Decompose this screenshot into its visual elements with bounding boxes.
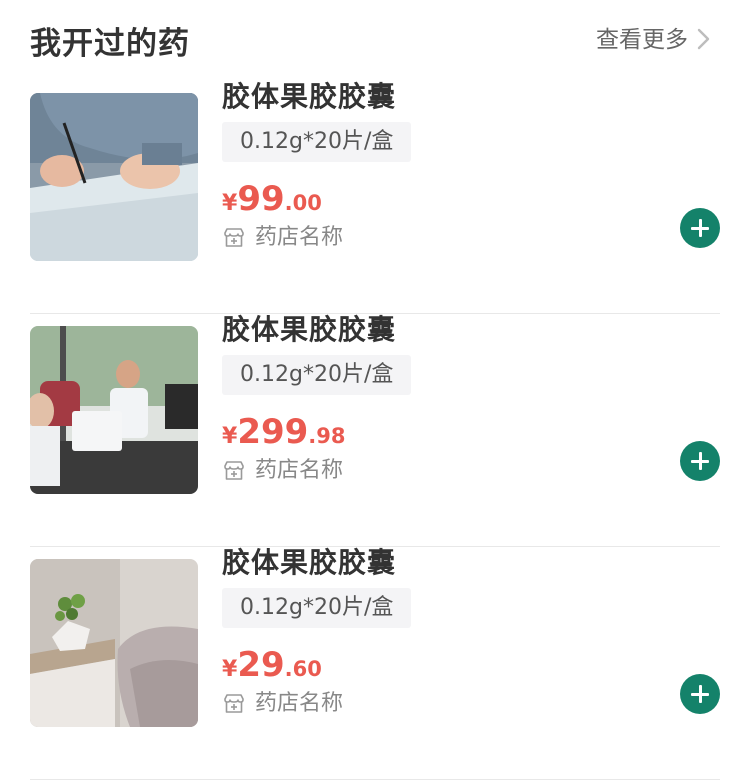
currency-symbol: ¥	[222, 424, 238, 449]
price-integer: 99	[237, 179, 285, 219]
price-decimal: .60	[284, 657, 322, 681]
price-integer: 299	[237, 412, 309, 452]
section-header: 我开过的药 查看更多	[0, 0, 750, 80]
product-spec: 0.12g*20片/盒	[222, 588, 412, 628]
product-name[interactable]: 胶体果胶胶囊	[222, 75, 396, 115]
store-info: 药店名称	[222, 219, 343, 251]
plant-chair-photo	[30, 559, 198, 727]
chevron-right-icon[interactable]	[692, 28, 714, 50]
store-icon	[224, 461, 244, 480]
price-decimal: .00	[284, 191, 322, 215]
person-writing-photo	[30, 93, 198, 261]
product-image[interactable]	[30, 559, 198, 727]
add-to-cart-button[interactable]	[680, 441, 720, 481]
store-name: 药店名称	[255, 458, 344, 483]
store-icon	[224, 228, 244, 247]
product-image[interactable]	[30, 326, 198, 494]
currency-symbol: ¥	[222, 191, 238, 216]
currency-symbol: ¥	[222, 657, 238, 682]
store-name: 药店名称	[255, 691, 344, 716]
section-title: 我开过的药	[30, 26, 190, 62]
price-integer: 29	[237, 645, 285, 685]
product-item[interactable]: 胶体果胶胶囊 0.12g*20片/盒 ¥299.98 药店名称	[30, 313, 720, 547]
product-spec: 0.12g*20片/盒	[222, 355, 412, 395]
view-more-link[interactable]: 查看更多	[596, 20, 688, 54]
product-price: ¥29.60	[222, 645, 322, 685]
add-to-cart-button[interactable]	[680, 208, 720, 248]
price-decimal: .98	[308, 424, 346, 448]
office-team-photo	[30, 326, 198, 494]
store-icon	[224, 694, 244, 713]
store-info: 药店名称	[222, 685, 343, 717]
product-spec: 0.12g*20片/盒	[222, 122, 412, 162]
product-name[interactable]: 胶体果胶胶囊	[222, 308, 396, 348]
product-price: ¥299.98	[222, 412, 346, 452]
product-item[interactable]: 胶体果胶胶囊 0.12g*20片/盒 ¥99.00 药店名称	[30, 80, 720, 314]
store-name: 药店名称	[255, 225, 344, 250]
store-info: 药店名称	[222, 452, 343, 484]
add-to-cart-button[interactable]	[680, 674, 720, 714]
product-name[interactable]: 胶体果胶胶囊	[222, 541, 396, 581]
product-image[interactable]	[30, 93, 198, 261]
product-item[interactable]: 胶体果胶胶囊 0.12g*20片/盒 ¥29.60 药店名称	[30, 546, 720, 780]
product-price: ¥99.00	[222, 179, 322, 219]
